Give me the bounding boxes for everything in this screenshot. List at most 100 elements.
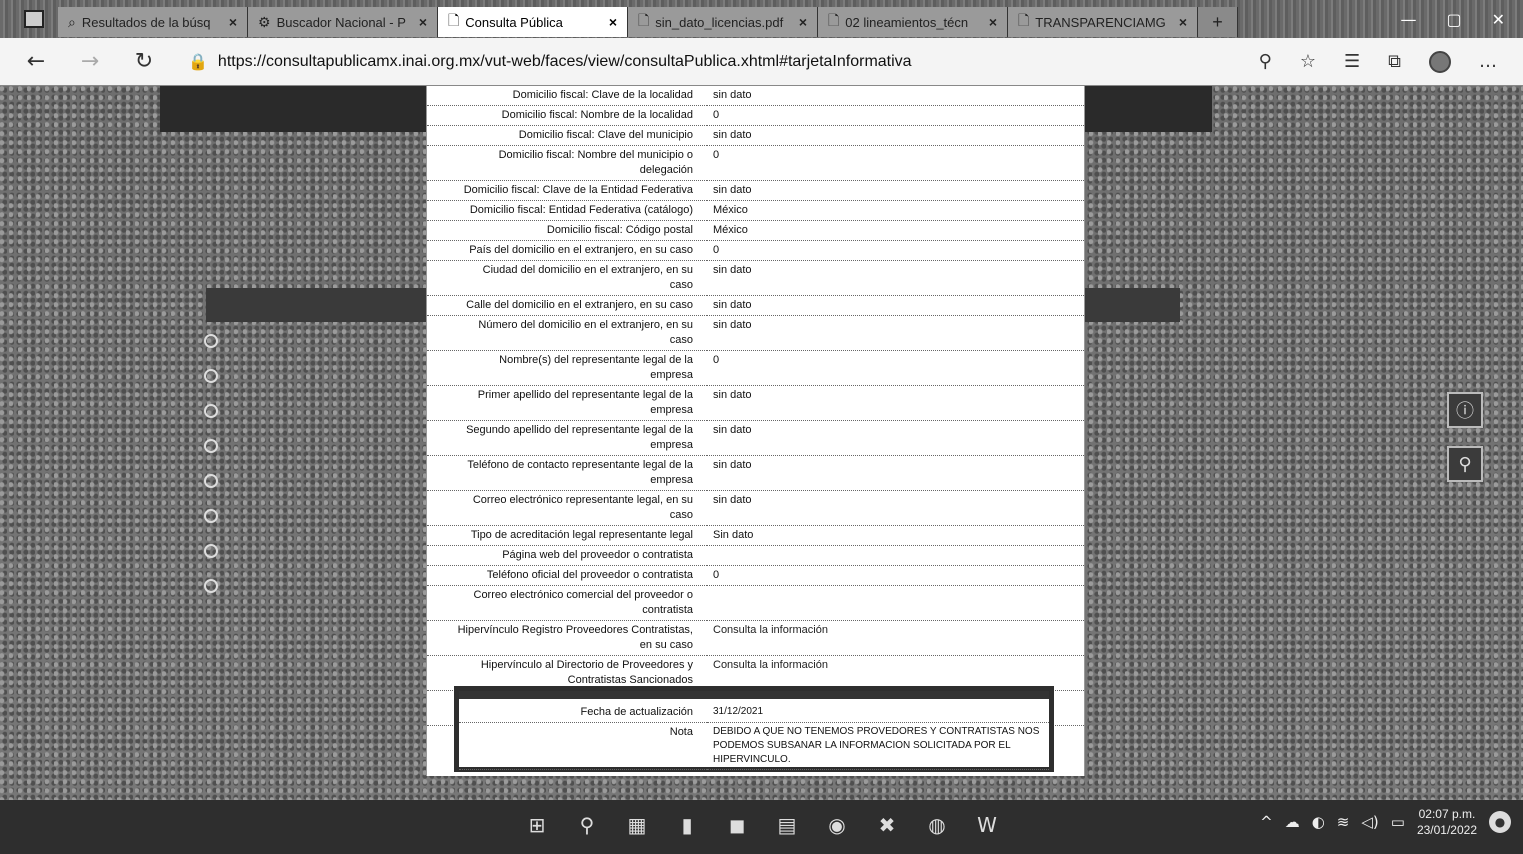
table-row: Domicilio fiscal: Nombre del municipio o… — [427, 146, 1084, 181]
widgets-icon[interactable]: ▦ — [620, 808, 654, 842]
search-icon: ⌕ — [68, 13, 76, 30]
chrome-icon[interactable]: ◍ — [920, 808, 954, 842]
table-row: Segundo apellido del representante legal… — [427, 421, 1084, 456]
row-label: Nombre(s) del representante legal de la … — [499, 354, 693, 381]
radio-icon — [204, 334, 218, 348]
row-label: Segundo apellido del representante legal… — [466, 424, 693, 451]
radio-icon — [204, 369, 218, 383]
tab-title: sin_dato_licencias.pdf — [655, 14, 784, 30]
table-row: Primer apellido del representante legal … — [427, 386, 1084, 421]
chat-icon[interactable]: ◼ — [720, 808, 754, 842]
cloud-icon[interactable]: ☁ — [1285, 813, 1300, 831]
row-label: Tipo de acreditación legal representante… — [470, 529, 693, 541]
row-link[interactable]: Consulta la información — [707, 621, 1084, 656]
row-label: Domicilio fiscal: Nombre de la localidad — [501, 109, 693, 121]
browser-tab-strip: ⌕ Resultados de la búsq × ⚙ Buscador Naciona… — [0, 0, 1523, 38]
browser-tab[interactable]: ⚙ Buscador Nacional - P × — [248, 7, 438, 37]
radio-icon — [204, 474, 218, 488]
row-value: sin dato — [713, 459, 752, 471]
favorites-list-icon[interactable]: ☰ — [1344, 51, 1360, 72]
browser-tab[interactable]: ⌕ Resultados de la búsq × — [58, 7, 248, 37]
edge-browser-icon[interactable]: ◉ — [820, 808, 854, 842]
onedrive-icon[interactable]: ◐ — [1312, 813, 1325, 831]
clock[interactable]: 02:07 p.m. 23/01/2022 — [1417, 806, 1477, 838]
close-icon[interactable]: × — [419, 14, 427, 30]
info-side-button[interactable]: ⓘ — [1447, 392, 1483, 428]
close-window-icon[interactable]: ✕ — [1492, 10, 1505, 29]
info-card-modal: Domicilio fiscal: Clave de la localidad s… — [426, 86, 1085, 776]
address-bar: ← → ↻ 🔒 https://consultapublicamx.inai.o… — [0, 38, 1523, 86]
forward-icon[interactable]: → — [80, 49, 100, 74]
radio-icon — [204, 404, 218, 418]
tab-title: Consulta Pública — [465, 14, 563, 30]
back-icon[interactable]: ← — [26, 49, 46, 74]
row-value — [707, 586, 1084, 621]
row-value: sin dato — [713, 184, 752, 196]
table-row: Hipervínculo Registro Proveedores Contra… — [427, 621, 1084, 656]
url-field[interactable]: https://consultapublicamx.inai.org.mx/vu… — [218, 53, 1259, 71]
fecha-label: Fecha de actualización — [580, 706, 693, 718]
browser-tab[interactable]: 🗋 sin_dato_licencias.pdf × — [628, 7, 818, 37]
row-value: 0 — [713, 244, 720, 256]
close-icon[interactable]: × — [609, 14, 617, 30]
row-label: Teléfono oficial del proveedor o contrat… — [486, 569, 693, 581]
row-label: Correo electrónico comercial del proveed… — [473, 589, 694, 616]
zoom-icon[interactable]: ⚲ — [1259, 51, 1272, 72]
row-value: 0 — [713, 354, 720, 366]
table-row: Domicilio fiscal: Clave de la Entidad Fe… — [427, 181, 1084, 201]
table-row: Ciudad del domicilio en el extranjero, e… — [427, 261, 1084, 296]
word-icon[interactable]: W — [970, 808, 1004, 842]
browser-toolbar: ⚲ ☆ ☰ ⧉ … — [1259, 50, 1523, 73]
table-row: Nota DEBIDO A QUE NO TENEMOS PROVEDORES … — [459, 723, 1049, 770]
collections-icon[interactable]: ⧉ — [1388, 51, 1401, 72]
search-side-button[interactable]: ⚲ — [1447, 446, 1483, 482]
wifi-icon[interactable]: ≋ — [1337, 813, 1350, 831]
new-tab-button[interactable]: + — [1198, 7, 1238, 37]
search-icon[interactable]: ⚲ — [570, 808, 604, 842]
windows-taskbar: ⊞ ⚲ ▦ ▮ ◼ ▤ ◉ ✖ ◍ W ^ ☁ ◐ ≋ ◁) ▭ 02:07 p… — [0, 800, 1523, 854]
table-row: Domicilio fiscal: Clave del municipio sin… — [427, 126, 1084, 146]
browser-tab[interactable]: 🗋 02 lineamientos_técn × — [818, 7, 1008, 37]
battery-icon[interactable]: ▭ — [1391, 813, 1405, 831]
row-value: sin dato — [713, 389, 752, 401]
row-label: Hipervínculo Registro Proveedores Contra… — [457, 624, 693, 651]
excel-icon[interactable]: ✖ — [870, 808, 904, 842]
row-value: México — [713, 204, 748, 216]
row-label: Calle del domicilio en el extranjero, en… — [466, 299, 693, 311]
close-icon[interactable]: × — [1179, 14, 1187, 30]
close-icon[interactable]: × — [989, 14, 997, 30]
table-row: Domicilio fiscal: Nombre de la localidad… — [427, 106, 1084, 126]
maximize-icon[interactable]: ▢ — [1446, 10, 1461, 29]
reload-icon[interactable]: ↻ — [134, 49, 154, 74]
volume-icon[interactable]: ◁) — [1361, 813, 1378, 831]
table-row: Domicilio fiscal: Entidad Federativa (ca… — [427, 201, 1084, 221]
favorite-star-icon[interactable]: ☆ — [1300, 51, 1316, 72]
chevron-up-icon[interactable]: ^ — [1260, 813, 1273, 831]
clock-time: 02:07 p.m. — [1418, 807, 1476, 821]
browser-tab[interactable]: 🗋 TRANSPARENCIAMG × — [1008, 7, 1198, 37]
lock-icon[interactable]: 🔒 — [188, 52, 208, 71]
minimize-icon[interactable]: — — [1400, 10, 1416, 29]
start-icon[interactable]: ⊞ — [520, 808, 554, 842]
table-row: Domicilio fiscal: Código postal México — [427, 221, 1084, 241]
document-icon: 🗋 — [448, 12, 460, 28]
browser-tab[interactable]: 🗋 Consulta Pública × — [438, 7, 628, 37]
file-explorer-icon[interactable]: ▤ — [770, 808, 804, 842]
fecha-value: 31/12/2021 — [713, 706, 764, 717]
table-row: Teléfono oficial del proveedor o contrat… — [427, 566, 1084, 586]
row-value — [707, 546, 1084, 566]
tab-title: Buscador Nacional - P — [276, 14, 406, 30]
tab-title: TRANSPARENCIAMG — [1035, 14, 1166, 30]
more-menu-icon[interactable]: … — [1479, 51, 1497, 72]
close-icon[interactable]: × — [799, 14, 807, 30]
row-value: sin dato — [713, 299, 752, 311]
close-icon[interactable]: × — [229, 14, 237, 30]
tab-actions-icon[interactable] — [24, 10, 44, 28]
row-value: 0 — [713, 109, 720, 121]
profile-avatar[interactable] — [1429, 50, 1451, 73]
row-label: Teléfono de contacto representante legal… — [467, 459, 693, 486]
row-label: Domicilio fiscal: Clave de la localidad — [512, 89, 693, 101]
task-view-icon[interactable]: ▮ — [670, 808, 704, 842]
notification-icon[interactable]: ● — [1489, 811, 1511, 833]
table-row: Número del domicilio en el extranjero, e… — [427, 316, 1084, 351]
